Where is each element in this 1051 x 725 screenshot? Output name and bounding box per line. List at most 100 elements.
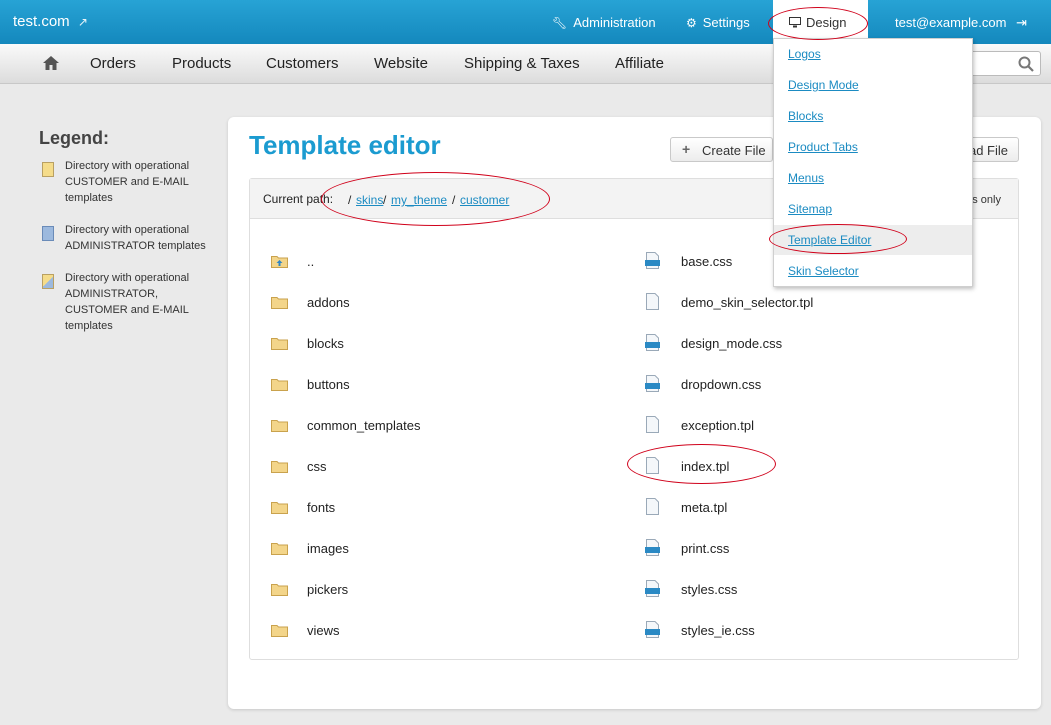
directory-row[interactable]: blocks xyxy=(271,333,601,355)
administration-label: Administration xyxy=(573,15,656,30)
parent-directory-row[interactable]: .. xyxy=(271,251,601,273)
folder-icon xyxy=(271,379,288,391)
path-filter-text: s only xyxy=(972,194,1001,206)
menu-item-design-mode[interactable]: Design Mode xyxy=(774,70,972,100)
menu-item-product-tabs[interactable]: Product Tabs xyxy=(774,132,972,162)
file-name: print.css xyxy=(681,541,730,556)
tpl-file-icon xyxy=(646,293,659,310)
menu-item-template-editor[interactable]: Template Editor xyxy=(774,225,972,255)
menu-item-blocks[interactable]: Blocks xyxy=(774,101,972,131)
menu-item-menus[interactable]: Menus xyxy=(774,163,972,193)
administration-menu[interactable]: 🔧︎ Administration xyxy=(552,15,656,30)
directory-row[interactable]: common_templates xyxy=(271,415,601,437)
file-name: exception.tpl xyxy=(681,418,754,433)
settings-menu[interactable]: ⚙ Settings xyxy=(686,15,750,30)
css-file-icon xyxy=(645,252,660,269)
menu-item-label: Logos xyxy=(788,47,821,61)
folder-icon xyxy=(271,420,288,432)
file-row[interactable]: dropdown.css xyxy=(645,374,985,396)
css-file-icon xyxy=(645,539,660,556)
breadcrumb-my-theme[interactable]: my_theme xyxy=(391,193,447,207)
nav-products[interactable]: Products xyxy=(172,55,231,72)
directory-name: pickers xyxy=(307,582,349,597)
directory-row[interactable]: pickers xyxy=(271,579,601,601)
gear-icon: ⚙ xyxy=(686,16,697,30)
menu-item-label: Blocks xyxy=(788,109,824,123)
wrench-icon: 🔧︎ xyxy=(552,16,568,30)
file-row[interactable]: exception.tpl xyxy=(645,415,985,437)
path-label: Current path: xyxy=(263,192,334,206)
folder-icon xyxy=(271,543,288,555)
search-icon[interactable] xyxy=(1018,56,1034,72)
upload-file-label: ad File xyxy=(968,143,1008,158)
folder-up-icon xyxy=(271,256,288,268)
nav-customers[interactable]: Customers xyxy=(266,55,339,72)
user-menu[interactable]: test@example.com ⇥ xyxy=(895,15,1027,31)
file-name: index.tpl xyxy=(681,459,730,474)
directory-row[interactable]: images xyxy=(271,538,601,560)
legend-title: Legend: xyxy=(39,128,109,148)
create-file-button[interactable]: + Create File xyxy=(670,137,773,162)
nav-shipping-taxes[interactable]: Shipping & Taxes xyxy=(464,55,580,72)
breadcrumb-customer[interactable]: customer xyxy=(460,193,509,207)
css-file-icon xyxy=(645,621,660,638)
create-file-label: Create File xyxy=(702,143,766,158)
directory-name: images xyxy=(307,541,349,556)
menu-item-label: Product Tabs xyxy=(788,140,858,154)
nav-orders[interactable]: Orders xyxy=(90,55,136,72)
directory-row[interactable]: views xyxy=(271,620,601,642)
directory-row[interactable]: addons xyxy=(271,292,601,314)
logout-icon[interactable]: ⇥ xyxy=(1016,15,1027,30)
legend-item-all: Directory with operational ADMINISTRATOR… xyxy=(40,270,210,334)
directory-row[interactable]: fonts xyxy=(271,497,601,519)
store-link[interactable]: test.com ↗ xyxy=(13,13,88,30)
search-input[interactable] xyxy=(965,51,1041,76)
file-name: demo_skin_selector.tpl xyxy=(681,295,814,310)
file-row[interactable]: print.css xyxy=(645,538,985,560)
directory-name: blocks xyxy=(307,336,344,351)
directory-row[interactable]: css xyxy=(271,456,601,478)
menu-item-label: Menus xyxy=(788,171,825,185)
file-name: dropdown.css xyxy=(681,377,762,392)
menu-item-skin-selector[interactable]: Skin Selector xyxy=(774,256,972,286)
menu-item-logos[interactable]: Logos xyxy=(774,39,972,69)
folder-icon xyxy=(271,338,288,350)
file-name: design_mode.css xyxy=(681,336,783,351)
breadcrumb-skins[interactable]: skins xyxy=(356,193,383,207)
directory-row[interactable]: buttons xyxy=(271,374,601,396)
folder-icon xyxy=(271,461,288,473)
file-row[interactable]: styles_ie.css xyxy=(645,620,985,642)
directory-name: buttons xyxy=(307,377,350,392)
file-row[interactable]: index.tpl xyxy=(645,456,985,478)
menu-item-sitemap[interactable]: Sitemap xyxy=(774,194,972,224)
legend-item-admin: Directory with operational ADMINISTRATOR… xyxy=(40,222,210,254)
css-file-icon xyxy=(645,375,660,392)
file-name: styles_ie.css xyxy=(681,623,755,638)
nav-affiliate[interactable]: Affiliate xyxy=(615,55,664,72)
home-icon[interactable] xyxy=(42,54,60,72)
file-name: styles.css xyxy=(681,582,738,597)
file-row[interactable]: meta.tpl xyxy=(645,497,985,519)
settings-label: Settings xyxy=(702,15,750,30)
directory-name: views xyxy=(307,623,340,638)
menu-item-label: Template Editor xyxy=(788,233,872,247)
plus-icon: + xyxy=(682,141,691,157)
folder-customer-icon xyxy=(42,162,54,177)
monitor-icon xyxy=(789,17,801,28)
folder-icon xyxy=(271,502,288,514)
directory-name: .. xyxy=(307,254,315,269)
store-name: test.com xyxy=(13,13,70,30)
file-row[interactable]: styles.css xyxy=(645,579,985,601)
tpl-file-icon xyxy=(646,416,659,433)
directory-name: css xyxy=(307,459,327,474)
file-row[interactable]: design_mode.css xyxy=(645,333,985,355)
file-row[interactable]: demo_skin_selector.tpl xyxy=(645,292,985,314)
menu-item-label: Sitemap xyxy=(788,202,833,216)
legend-text: Directory with operational CUSTOMER and … xyxy=(65,160,190,204)
tpl-file-icon xyxy=(646,498,659,515)
page-title: Template editor xyxy=(249,130,441,160)
design-dropdown: Logos Design Mode Blocks Product Tabs Me… xyxy=(773,38,973,287)
nav-website[interactable]: Website xyxy=(374,55,428,72)
path-separator: / xyxy=(452,193,456,207)
menu-item-label: Design Mode xyxy=(788,78,859,92)
